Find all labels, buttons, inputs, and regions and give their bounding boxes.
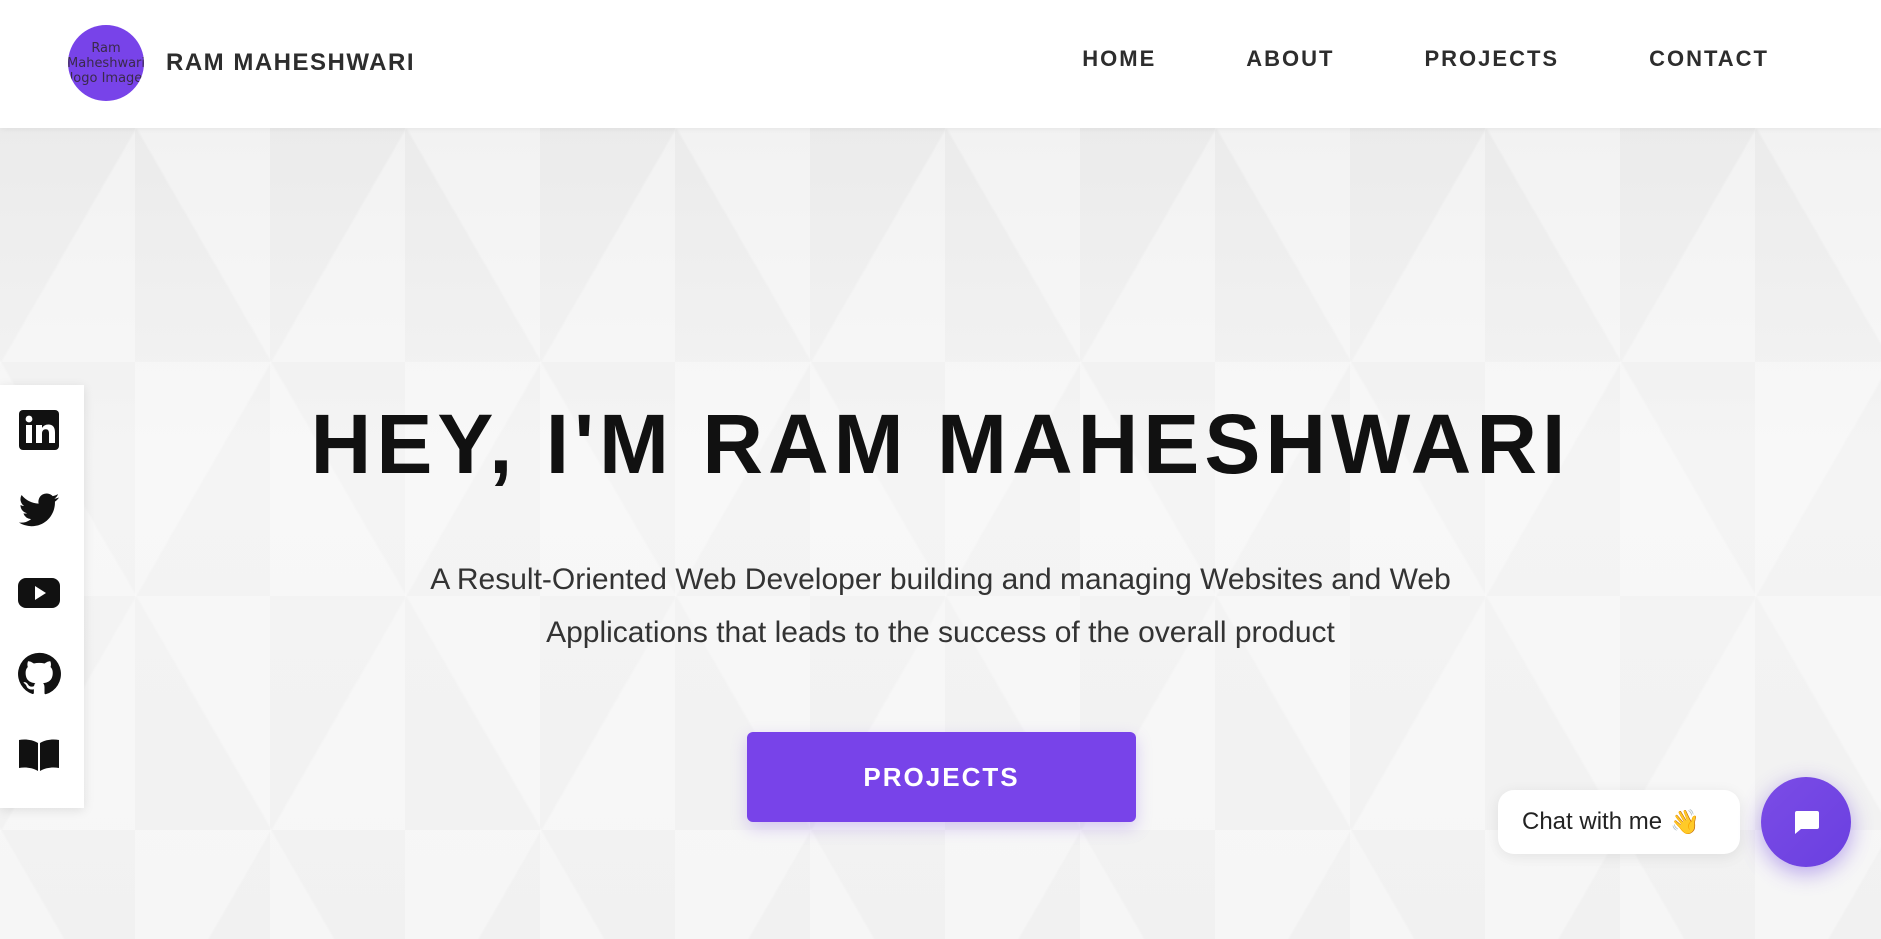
youtube-icon — [18, 578, 60, 608]
book-icon — [19, 739, 59, 771]
chat-icon — [1795, 811, 1819, 834]
main-nav: HOME ABOUT PROJECTS CONTACT — [992, 46, 1769, 72]
chat-invite-text: Chat with me — [1522, 808, 1663, 835]
twitter-icon — [18, 493, 60, 527]
nav-projects-link[interactable]: PROJECTS — [1424, 46, 1559, 72]
nav-about-link[interactable]: ABOUT — [1246, 46, 1334, 72]
waving-hand-icon: 👋 — [1670, 808, 1700, 836]
projects-button[interactable]: PROJECTS — [747, 732, 1136, 822]
chat-invite-bubble[interactable]: Chat with me 👋 — [1498, 790, 1740, 854]
site-header: Ram Maheshwari logo Image RAM MAHESHWARI… — [0, 0, 1881, 128]
github-link[interactable] — [17, 652, 61, 696]
logo-image: Ram Maheshwari logo Image — [68, 25, 144, 101]
twitter-link[interactable] — [17, 489, 61, 533]
linkedin-icon — [19, 410, 59, 450]
social-sidebar — [0, 385, 84, 808]
hero-title: HEY, I'M RAM MAHESHWARI — [310, 397, 1571, 491]
brand-name: RAM MAHESHWARI — [166, 49, 415, 76]
hero-subtitle: A Result-Oriented Web Developer building… — [0, 553, 1881, 659]
hero-subtitle-line-1: A Result-Oriented Web Developer building… — [430, 563, 1451, 596]
book-link[interactable] — [17, 732, 61, 776]
nav-home-link[interactable]: HOME — [1082, 46, 1156, 72]
github-icon — [18, 652, 61, 695]
youtube-link[interactable] — [17, 571, 61, 615]
linkedin-link[interactable] — [17, 408, 61, 452]
logo-link[interactable]: Ram Maheshwari logo Image RAM MAHESHWARI — [68, 25, 415, 101]
open-chat-button[interactable] — [1761, 777, 1851, 867]
hero-subtitle-line-2: Applications that leads to the success o… — [546, 616, 1335, 649]
nav-contact-link[interactable]: CONTACT — [1649, 46, 1769, 72]
